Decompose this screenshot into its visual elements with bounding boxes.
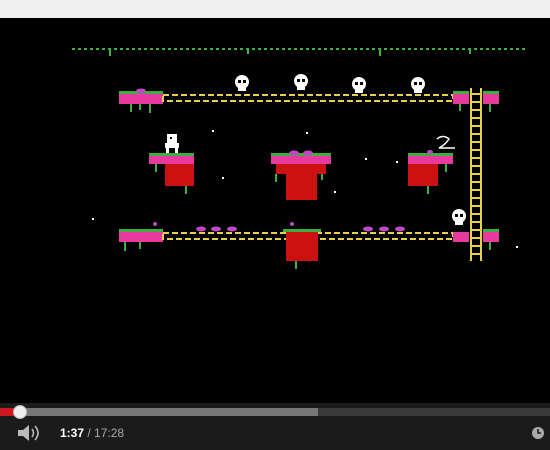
progress-buffered xyxy=(0,408,318,416)
browser-top-strip xyxy=(0,0,550,19)
duration: 17:28 xyxy=(94,426,125,440)
video-player-screen[interactable] xyxy=(0,18,550,406)
player-controls: 1:37 / 17:28 xyxy=(0,403,550,450)
current-time: 1:37 xyxy=(60,426,85,440)
settings-clock-icon xyxy=(532,427,544,439)
progress-bar[interactable] xyxy=(0,405,550,419)
game-scene xyxy=(72,48,528,269)
settings-button[interactable] xyxy=(530,424,546,442)
skull-enemies xyxy=(235,74,466,225)
volume-button[interactable] xyxy=(16,424,42,442)
volume-icon xyxy=(18,425,39,441)
middle-platforms xyxy=(149,150,453,200)
progress-scrubber-handle[interactable] xyxy=(13,405,28,419)
player-character xyxy=(165,134,179,153)
time-separator: / xyxy=(84,426,95,440)
upper-floor xyxy=(119,88,499,113)
ghost-scribble xyxy=(436,135,455,149)
top-vines xyxy=(72,48,528,56)
time-display: 1:37 / 17:28 xyxy=(60,424,124,442)
lower-floor xyxy=(119,222,499,269)
ladder xyxy=(470,88,482,261)
